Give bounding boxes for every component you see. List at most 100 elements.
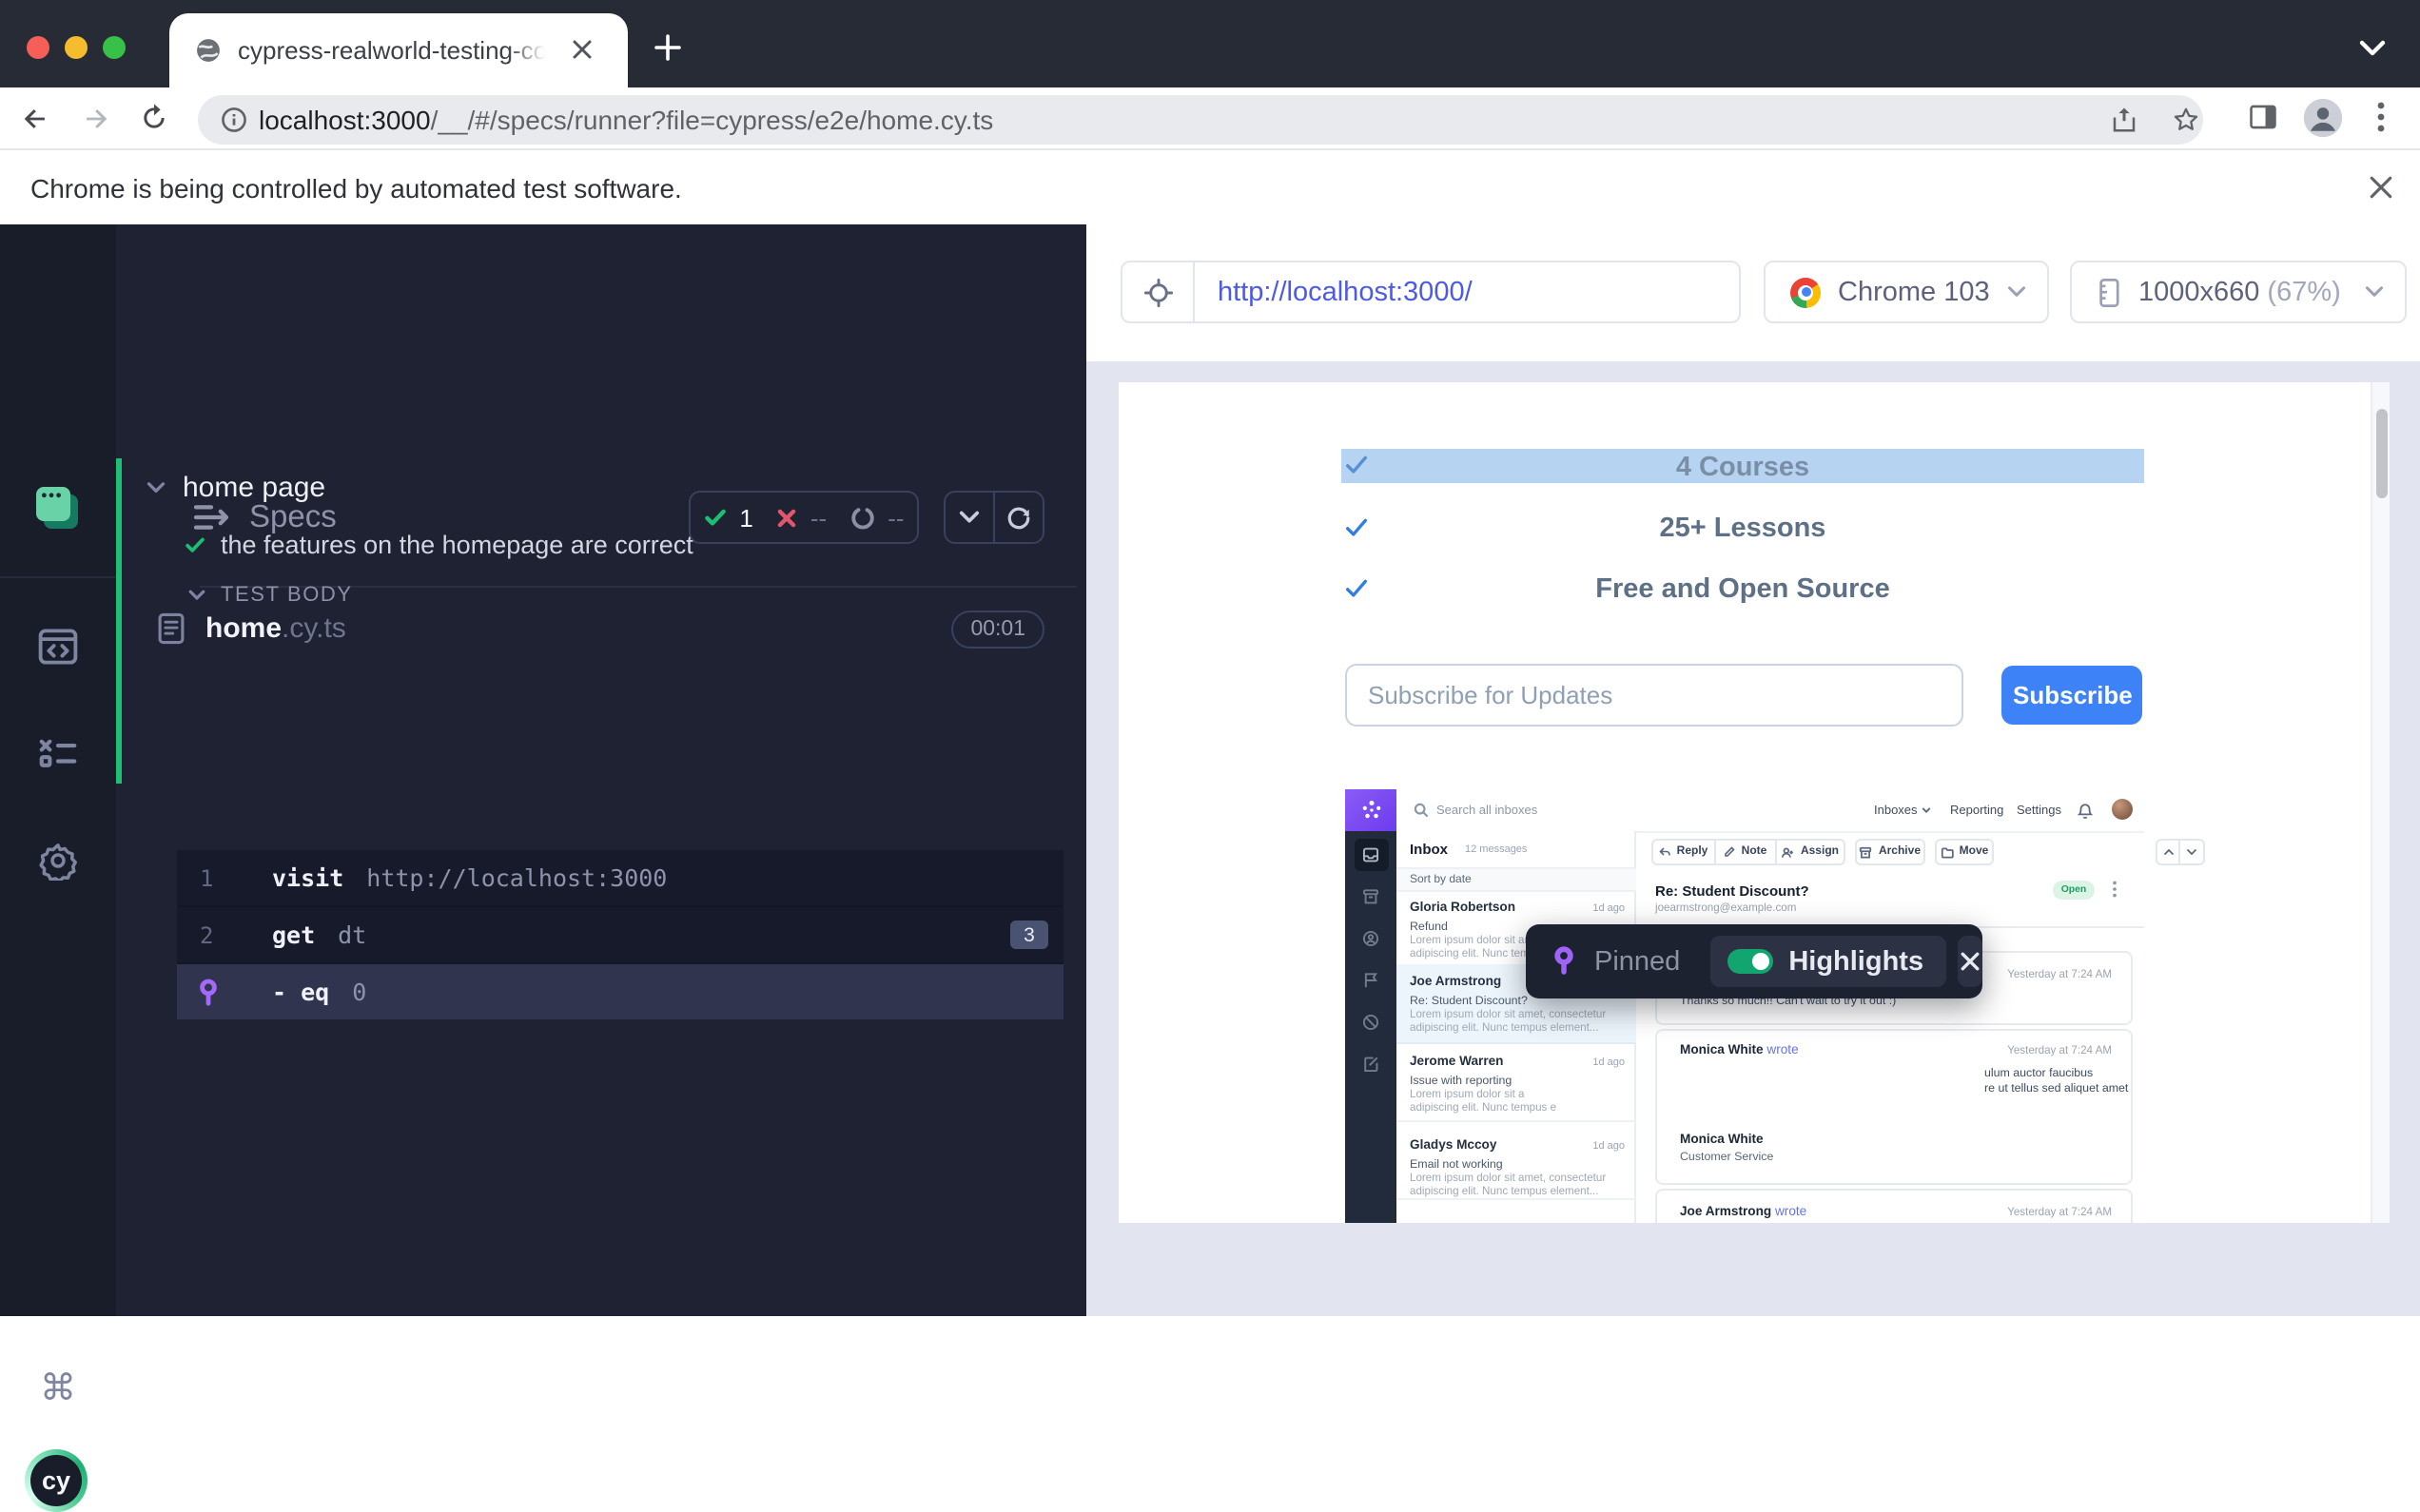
site-info-icon[interactable]: [221, 107, 247, 133]
aut-scrollbar-track[interactable]: [2371, 382, 2390, 1223]
cypress-app: ⌘ cy Specs 1 -- --: [0, 224, 2420, 1316]
side-panel-icon[interactable]: [2247, 101, 2279, 133]
list-item[interactable]: Jerome Warren 1d ago Issue with reportin…: [1396, 1042, 1636, 1122]
inbox-side-rail: [1345, 831, 1396, 1223]
url-text: localhost:3000/__/#/specs/runner?file=cy…: [259, 95, 993, 145]
browser-tab[interactable]: cypress-realworld-testing-cou: [169, 13, 628, 87]
tooltip-close-button[interactable]: [1958, 936, 1982, 987]
reply-button[interactable]: Reply: [1651, 839, 1716, 865]
rail-archive-icon[interactable]: [1362, 888, 1379, 905]
tooltip-pin-icon: [1551, 945, 1577, 978]
signature-role: Customer Service: [1680, 1151, 1773, 1164]
reporter-panel: Specs 1 -- --: [116, 224, 1086, 1316]
tab-favicon-globe-icon: [196, 38, 221, 63]
archive-button[interactable]: Archive: [1855, 839, 1925, 865]
item-preview: Lorem ipsum dolor sit amet, consectetur: [1410, 1010, 1606, 1021]
address-bar[interactable]: localhost:3000/__/#/specs/runner?file=cy…: [198, 95, 2203, 145]
aut-url: http://localhost:3000/: [1218, 277, 1473, 307]
inbox-list-title: Inbox: [1410, 841, 1448, 858]
inbox-nav-inboxes[interactable]: Inboxes: [1874, 804, 1931, 817]
app-sidebar: ⌘ cy: [0, 224, 118, 1316]
forward-button[interactable]: [80, 103, 112, 135]
feature-item: 4 Courses: [1341, 453, 2144, 483]
test-row[interactable]: the features on the homepage are correct: [185, 525, 693, 563]
item-preview: adipiscing elit. Nunc tempus e: [1410, 1103, 1556, 1115]
command-row-get[interactable]: 2 get dt 3: [177, 905, 1064, 962]
list-item[interactable]: Gladys Mccoy 1d ago Email not working Lo…: [1396, 1120, 1636, 1200]
reload-button[interactable]: [139, 103, 169, 133]
subscribe-button[interactable]: Subscribe: [2001, 666, 2142, 725]
browser-selector[interactable]: Chrome 103: [1764, 261, 2049, 323]
command-log: 1 visit http://localhost:3000 2 get dt 3: [177, 850, 1064, 1019]
keyboard-shortcuts-icon[interactable]: ⌘: [40, 1367, 76, 1411]
bookmark-star-icon[interactable]: [2171, 105, 2201, 135]
tab-close-icon[interactable]: [571, 38, 594, 61]
inbox-search-placeholder[interactable]: Search all inboxes: [1436, 804, 1537, 817]
inbox-search-icon[interactable]: [1414, 803, 1429, 818]
move-button[interactable]: Move: [1935, 839, 1994, 865]
note-button[interactable]: Note: [1716, 839, 1777, 865]
minimize-window-button[interactable]: [65, 36, 88, 59]
item-sender: Gladys Mccoy: [1410, 1139, 1496, 1153]
item-preview: Lorem ipsum dolor sit amet, consectetur: [1410, 1173, 1606, 1185]
item-time: 1d ago: [1592, 1057, 1625, 1069]
highlights-toggle[interactable]: [1727, 949, 1773, 974]
item-sender: Gloria Robertson: [1410, 901, 1515, 915]
rail-blocked-icon[interactable]: [1362, 1014, 1379, 1031]
feature-item: 25+ Lessons: [1341, 514, 2144, 544]
screen: cypress-realworld-testing-cou: [0, 0, 2420, 1316]
item-preview: adipiscing elit. Nunc tempus element...: [1410, 1187, 1599, 1198]
prev-message-button[interactable]: [2156, 839, 2180, 865]
sidebar-settings-gear-icon[interactable]: [38, 841, 78, 881]
item-time: 1d ago: [1592, 1141, 1625, 1153]
viewport-ruler-icon: [2093, 277, 2121, 307]
assign-button[interactable]: Assign: [1777, 839, 1845, 865]
command-match-count-badge: 3: [1010, 921, 1048, 949]
command-arg: 0: [352, 978, 366, 1006]
rail-flag-icon[interactable]: [1362, 972, 1379, 989]
next-message-button[interactable]: [2180, 839, 2205, 865]
new-tab-button[interactable]: [654, 34, 681, 61]
rail-inbox-icon[interactable]: [1362, 846, 1379, 863]
thread-menu-kebab-icon[interactable]: [2112, 881, 2118, 898]
suite-row[interactable]: home page: [146, 468, 325, 508]
viewport-selector[interactable]: 1000x660 (67%): [2070, 261, 2407, 323]
suite-title: home page: [183, 472, 325, 504]
command-row-eq-pinned[interactable]: - eq 0: [177, 962, 1064, 1019]
aut-scrollbar-thumb[interactable]: [2376, 409, 2388, 498]
browser-selector-chevron-icon: [2007, 285, 2026, 299]
close-window-button[interactable]: [27, 36, 49, 59]
highlights-label: Highlights: [1788, 946, 1923, 977]
browser-toolbar: localhost:3000/__/#/specs/runner?file=cy…: [0, 87, 2420, 150]
zoom-window-button[interactable]: [103, 36, 126, 59]
inbox-nav-settings[interactable]: Settings: [2017, 804, 2061, 817]
tab-search-chevron-icon[interactable]: [2359, 40, 2386, 57]
highlights-toggle-group[interactable]: Highlights: [1710, 936, 1946, 987]
rail-contacts-icon[interactable]: [1362, 930, 1379, 947]
url-path: /__/#/specs/runner?file=cypress/e2e/home…: [431, 105, 994, 135]
message-header: Monica White wrote: [1680, 1044, 1799, 1057]
selector-playground-crosshair-icon[interactable]: [1122, 262, 1195, 321]
inbox-nav-reporting[interactable]: Reporting: [1950, 804, 2003, 817]
rail-compose-icon[interactable]: [1362, 1056, 1379, 1073]
test-body-section-row[interactable]: TEST BODY: [188, 578, 353, 612]
item-subject: Issue with reporting: [1410, 1074, 1512, 1087]
sort-row[interactable]: Sort by date: [1396, 867, 1636, 892]
banner-close-icon[interactable]: [2369, 175, 2393, 200]
command-row-visit[interactable]: 1 visit http://localhost:3000: [177, 850, 1064, 905]
back-button[interactable]: [19, 103, 51, 135]
sidebar-runs-icon[interactable]: [38, 734, 78, 770]
test-passed-icon: [185, 533, 205, 554]
inbox-user-avatar[interactable]: [2112, 799, 2133, 820]
browser-menu-kebab-icon[interactable]: [2376, 101, 2386, 133]
subscribe-email-input[interactable]: [1345, 664, 1963, 727]
profile-avatar[interactable]: [2302, 97, 2344, 139]
sidebar-specs-icon[interactable]: [38, 628, 78, 666]
message-time: Yesterday at 7:24 AM: [2007, 970, 2112, 981]
share-icon[interactable]: [2110, 105, 2138, 135]
inbox-bell-icon[interactable]: [2078, 802, 2093, 819]
status-badge: Open: [2053, 881, 2095, 900]
cypress-logo-badge[interactable]: cy: [25, 1449, 88, 1512]
aut-url-bar[interactable]: http://localhost:3000/: [1121, 261, 1741, 323]
chrome-logo-icon: [1790, 277, 1821, 307]
